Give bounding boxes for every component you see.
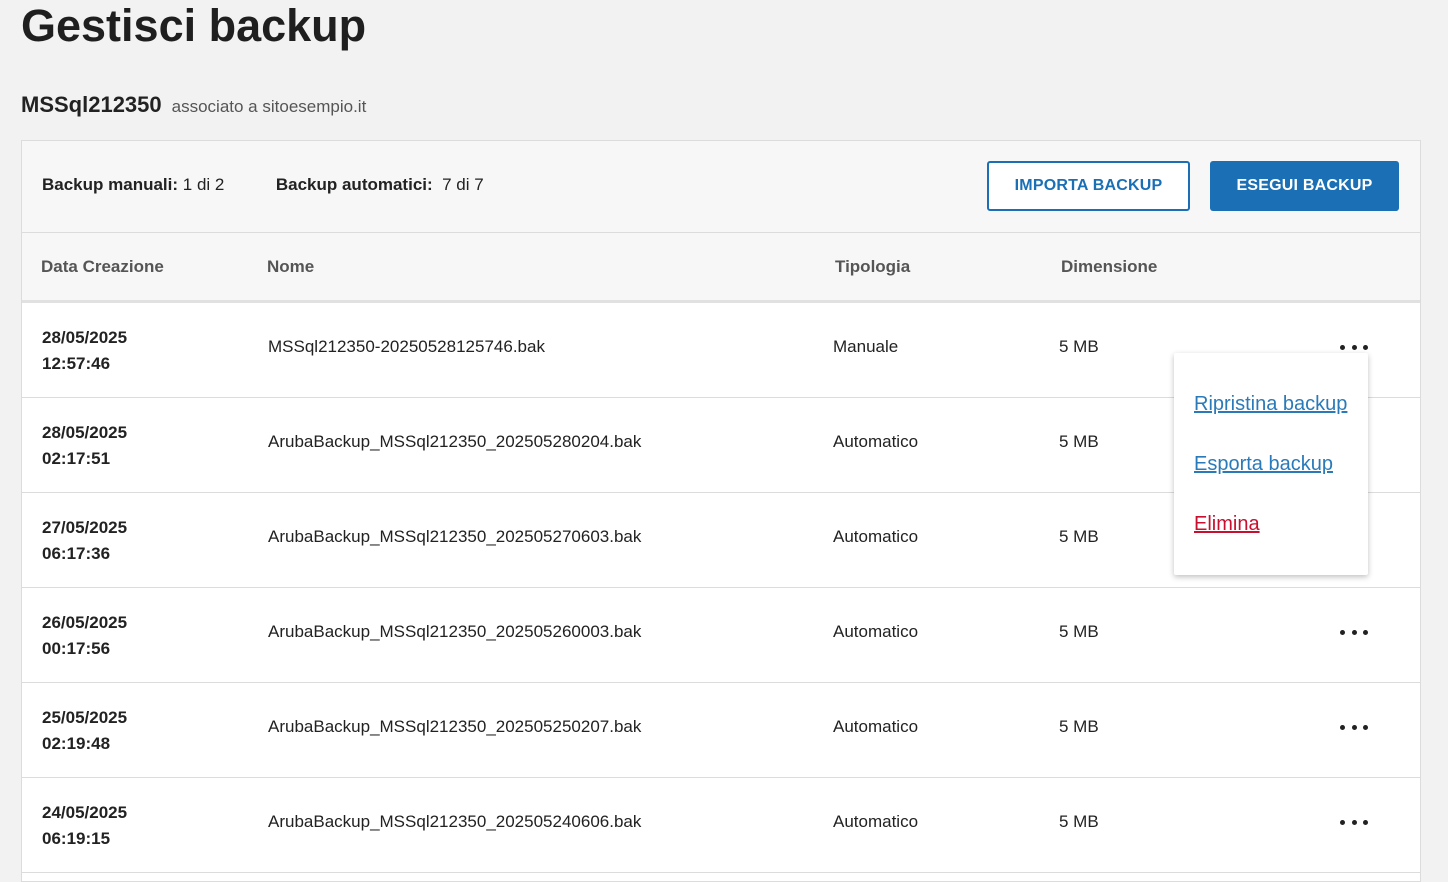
backup-size: 5 MB: [1059, 527, 1099, 546]
auto-backups-label: Backup automatici:: [275, 175, 433, 194]
column-header-type: Tipologia: [835, 257, 911, 276]
table-row: 25/05/2025 02:19:48 ArubaBackup_MSSql212…: [22, 683, 1420, 778]
backup-type: Automatico: [833, 717, 919, 736]
menu-item-export-backup[interactable]: Esporta backup: [1194, 453, 1333, 476]
backup-size: 5 MB: [1059, 432, 1099, 451]
backup-name: ArubaBackup_MSSql212350_202505280204.bak: [268, 432, 642, 451]
creation-date: 28/05/2025: [42, 423, 128, 442]
creation-date: 26/05/2025: [42, 613, 128, 632]
creation-datetime: 28/05/2025 02:17:51: [42, 420, 127, 472]
table-header: Data Creazione Nome Tipologia Dimensione: [22, 233, 1420, 303]
backup-name: MSSql212350-20250528125746.bak: [268, 337, 545, 356]
row-actions-menu: Ripristina backup Esporta backup Elimina: [1174, 353, 1368, 575]
table-row: 26/05/2025 00:17:56 ArubaBackup_MSSql212…: [22, 588, 1420, 683]
manual-backups-label: Backup manuali:: [42, 175, 179, 194]
backup-name: ArubaBackup_MSSql212350_202505240606.bak: [268, 812, 642, 831]
row-actions-more-icon[interactable]: [1340, 715, 1368, 739]
associated-text: associato a: [171, 97, 258, 116]
creation-date: 25/05/2025: [42, 708, 128, 727]
associated-label: associato a sitoesempio.it: [172, 97, 367, 117]
menu-item-delete[interactable]: Elimina: [1194, 513, 1260, 536]
backup-counters: Backup manuali: 1 di 2 Backup automatici…: [42, 175, 484, 195]
column-header-name: Nome: [267, 257, 315, 276]
column-header-date: Data Creazione: [41, 257, 164, 276]
backup-size: 5 MB: [1059, 337, 1099, 356]
backup-name: ArubaBackup_MSSql212350_202505270603.bak: [268, 527, 642, 546]
backup-type: Automatico: [833, 432, 919, 451]
creation-datetime: 24/05/2025 06:19:15: [42, 800, 127, 852]
database-info: MSSql212350 associato a sitoesempio.it: [21, 92, 366, 118]
row-actions-more-icon[interactable]: [1340, 620, 1368, 644]
backup-type: Automatico: [833, 812, 919, 831]
table-row: 24/05/2025 06:19:15 ArubaBackup_MSSql212…: [22, 778, 1420, 873]
creation-time: 02:17:51: [42, 449, 111, 468]
database-name: MSSql212350: [21, 92, 162, 117]
column-header-size: Dimensione: [1061, 257, 1158, 276]
creation-datetime: 25/05/2025 02:19:48: [42, 705, 127, 757]
backup-name: ArubaBackup_MSSql212350_202505260003.bak: [268, 622, 642, 641]
manual-backups-value: 1 di 2: [182, 175, 225, 194]
creation-datetime: 27/05/2025 06:17:36: [42, 515, 127, 567]
creation-date: 27/05/2025: [42, 518, 128, 537]
creation-date: 28/05/2025: [42, 328, 128, 347]
creation-time: 06:19:15: [42, 829, 111, 848]
backup-size: 5 MB: [1059, 717, 1099, 736]
creation-time: 06:17:36: [42, 544, 111, 563]
creation-datetime: 28/05/2025 12:57:46: [42, 325, 127, 377]
page-title: Gestisci backup: [21, 0, 367, 51]
panel-header: Backup manuali: 1 di 2 Backup automatici…: [22, 141, 1420, 233]
run-backup-button[interactable]: ESEGUI BACKUP: [1210, 161, 1399, 211]
backup-size: 5 MB: [1059, 812, 1099, 831]
backup-type: Automatico: [833, 622, 919, 641]
backup-type: Manuale: [833, 337, 899, 356]
creation-time: 12:57:46: [42, 354, 111, 373]
import-backup-button[interactable]: IMPORTA BACKUP: [987, 161, 1190, 211]
creation-time: 02:19:48: [42, 734, 111, 753]
creation-time: 00:17:56: [42, 639, 111, 658]
creation-datetime: 26/05/2025 00:17:56: [42, 610, 127, 662]
associated-site: sitoesempio.it: [262, 97, 367, 116]
backup-name: ArubaBackup_MSSql212350_202505250207.bak: [268, 717, 642, 736]
backup-type: Automatico: [833, 527, 919, 546]
auto-backups-value: 7 di 7: [442, 175, 484, 194]
creation-date: 24/05/2025: [42, 803, 128, 822]
backup-size: 5 MB: [1059, 622, 1099, 641]
menu-item-restore-backup[interactable]: Ripristina backup: [1194, 393, 1347, 416]
row-actions-more-icon[interactable]: [1340, 810, 1368, 834]
